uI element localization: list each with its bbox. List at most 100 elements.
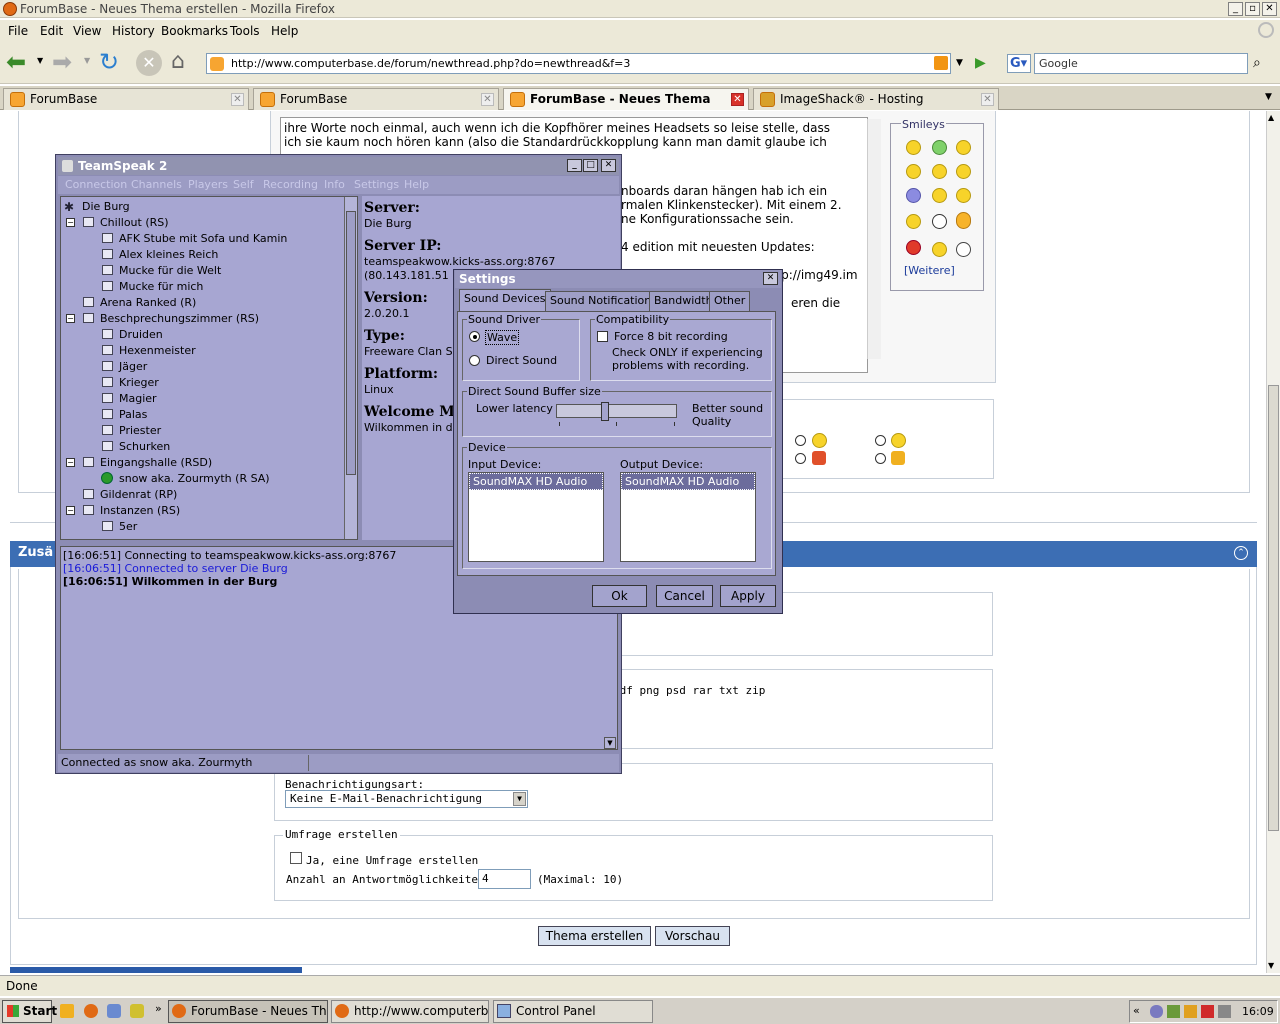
start-button[interactable]: Start [2,1000,57,1023]
smiley-icon[interactable] [906,188,921,203]
textarea-scrollbar[interactable] [867,119,881,359]
apply-button[interactable]: Apply [720,585,776,607]
smiley-icon[interactable] [906,164,921,179]
tree-channel[interactable]: 5er [119,520,137,533]
tree-channel[interactable]: Magier [119,392,157,405]
menu-edit[interactable]: Edit [40,24,63,38]
tree-channel[interactable]: Mucke für mich [119,280,203,293]
ts-menu-info[interactable]: Info [324,178,345,191]
create-thread-button[interactable]: Thema erstellen [538,926,651,946]
home-button[interactable]: ⌂ [171,50,197,76]
tab-bandwidth[interactable]: Bandwidth [649,291,718,311]
post-icon-radio[interactable] [795,453,806,464]
collapse-icon[interactable]: ⌃ [1234,546,1248,560]
go-button[interactable]: ▶ [975,55,986,71]
ok-button[interactable]: Ok [592,585,647,607]
poll-checkbox[interactable] [290,852,302,864]
more-smileys-link[interactable]: [Weitere] [904,264,955,277]
ts-maximize-button[interactable]: □ [583,159,598,172]
post-icon-radio[interactable] [875,453,886,464]
answers-input[interactable]: 4 [478,869,531,889]
smiley-icon[interactable] [932,214,947,229]
tree-scrollbar[interactable] [344,197,357,539]
quicklaunch-icon[interactable] [60,1004,74,1018]
reload-button[interactable]: ↻ [99,50,125,76]
smiley-icon[interactable] [932,140,947,155]
tree-channel[interactable]: Priester [119,424,161,437]
smiley-icon[interactable] [932,188,947,203]
menu-bookmarks[interactable]: Bookmarks [161,24,228,38]
tree-expand-toggle[interactable]: − [66,458,75,467]
tab-sound-notifications[interactable]: Sound Notifications [545,291,662,311]
tree-channel[interactable]: Gildenrat (RP) [100,488,177,501]
tree-channel[interactable]: Beschprechungszimmer (RS) [100,312,259,325]
tray-app-icon[interactable] [1184,1005,1197,1018]
wave-radio[interactable] [469,331,480,342]
search-icon[interactable]: ⌕ [1253,55,1261,71]
scroll-down-icon[interactable]: ▼ [1268,961,1274,970]
search-input[interactable]: Google [1034,53,1248,74]
menu-help[interactable]: Help [271,24,298,38]
tree-channel[interactable]: Schurken [119,440,170,453]
menu-file[interactable]: File [8,24,28,38]
smiley-icon[interactable] [932,242,947,257]
back-history-dropdown-icon[interactable]: ▼ [37,56,43,65]
ts-menu-recording[interactable]: Recording [263,178,318,191]
scroll-up-icon[interactable]: ▲ [1268,113,1274,122]
menu-tools[interactable]: Tools [230,24,260,38]
close-button[interactable]: ✕ [1262,2,1277,16]
maximize-button[interactable]: ▫ [1245,2,1260,16]
tree-channel[interactable]: Krieger [119,376,159,389]
rss-feed-icon[interactable] [934,56,948,70]
firefox-quicklaunch-icon[interactable] [84,1004,98,1018]
post-icon-radio[interactable] [795,435,806,446]
cancel-button[interactable]: Cancel [656,585,713,607]
ts-menu-settings[interactable]: Settings [354,178,399,191]
tree-channel[interactable]: Eingangshalle (RSD) [100,456,212,469]
scroll-thumb[interactable] [1268,385,1279,831]
ts-minimize-button[interactable]: _ [567,159,582,172]
quicklaunch-icon[interactable] [107,1004,121,1018]
tray-antivirus-icon[interactable] [1201,1005,1214,1018]
tree-channel[interactable]: Palas [119,408,147,421]
url-bar[interactable]: http://www.computerbase.de/forum/newthre… [206,53,951,74]
tab-imageshack[interactable]: ImageShack® - Hosting ✕ [753,88,999,110]
quicklaunch-more-icon[interactable]: » [155,1002,162,1015]
tab-close-icon[interactable]: ✕ [981,93,994,106]
tab-forumbase-1[interactable]: ForumBase ✕ [3,88,249,110]
ts-menu-channels[interactable]: Channels [131,178,182,191]
tree-scroll-thumb[interactable] [346,211,356,475]
tree-expand-toggle[interactable]: − [66,218,75,227]
stop-button[interactable]: ✕ [136,50,162,76]
taskbar-firefox-forumbase[interactable]: ForumBase - Neues Them... [168,1000,328,1023]
buffer-slider-thumb[interactable] [601,402,609,421]
taskbar-firefox-computerbase[interactable]: http://www.computerbas... [331,1000,489,1023]
tab-close-icon[interactable]: ✕ [731,93,744,106]
tab-neues-thema[interactable]: ForumBase - Neues Thema erste...✕ [503,88,749,126]
menu-history[interactable]: History [112,24,155,38]
smiley-icon[interactable] [956,188,971,203]
post-icon-radio[interactable] [875,435,886,446]
url-dropdown-icon[interactable]: ▼ [956,58,963,68]
tab-close-icon[interactable]: ✕ [231,93,244,106]
tree-player[interactable]: snow aka. Zourmyth (R SA) [119,472,270,485]
tray-volume-icon[interactable] [1218,1005,1231,1018]
preview-button[interactable]: Vorschau [655,926,730,946]
input-device-list[interactable]: SoundMAX HD Audio [468,472,604,562]
tree-channel[interactable]: Die Burg [82,200,130,213]
forward-button[interactable]: ➡ [52,50,78,76]
tray-headset-icon[interactable] [1150,1005,1163,1018]
channel-tree[interactable]: ✱ Die Burg − Chillout (RS) AFK Stube mit Sof… [60,196,358,540]
ts-menu-connection[interactable]: Connection [65,178,127,191]
quicklaunch-icon[interactable] [130,1004,144,1018]
tree-channel[interactable]: Alex kleines Reich [119,248,218,261]
force-8bit-checkbox[interactable] [597,331,608,342]
notification-select[interactable]: Keine E-Mail-Benachrichtigung ▼ [285,790,528,808]
tree-expand-toggle[interactable]: − [66,314,75,323]
menu-view[interactable]: View [73,24,101,38]
smiley-icon[interactable] [956,140,971,155]
taskbar-control-panel[interactable]: Control Panel [493,1000,653,1023]
smiley-icon[interactable] [906,240,921,255]
tray-network-icon[interactable] [1167,1005,1180,1018]
smiley-icon[interactable] [956,212,971,229]
